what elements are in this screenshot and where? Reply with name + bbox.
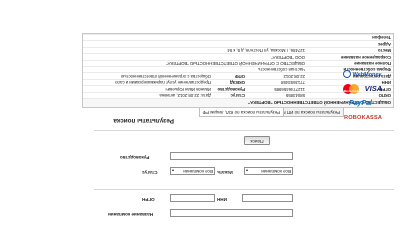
payment-logos: WebMoney MasterCard VISA PayPal ROBOKASS…	[0, 0, 410, 220]
paypal-logo[interactable]: PayPal	[349, 99, 403, 109]
webmoney-logo[interactable]: WebMoney	[343, 70, 397, 80]
webmoney-text: WebMoney	[352, 72, 382, 78]
mastercard-visa-logos[interactable]: MasterCard VISA	[343, 84, 397, 95]
webmoney-globe-icon	[343, 70, 351, 79]
robokassa-logo[interactable]: ROBOKASSA	[344, 113, 398, 123]
mastercard-text: MasterCard	[343, 90, 359, 94]
mastercard-icon: MasterCard	[343, 84, 359, 95]
visa-text: VISA	[364, 84, 383, 93]
